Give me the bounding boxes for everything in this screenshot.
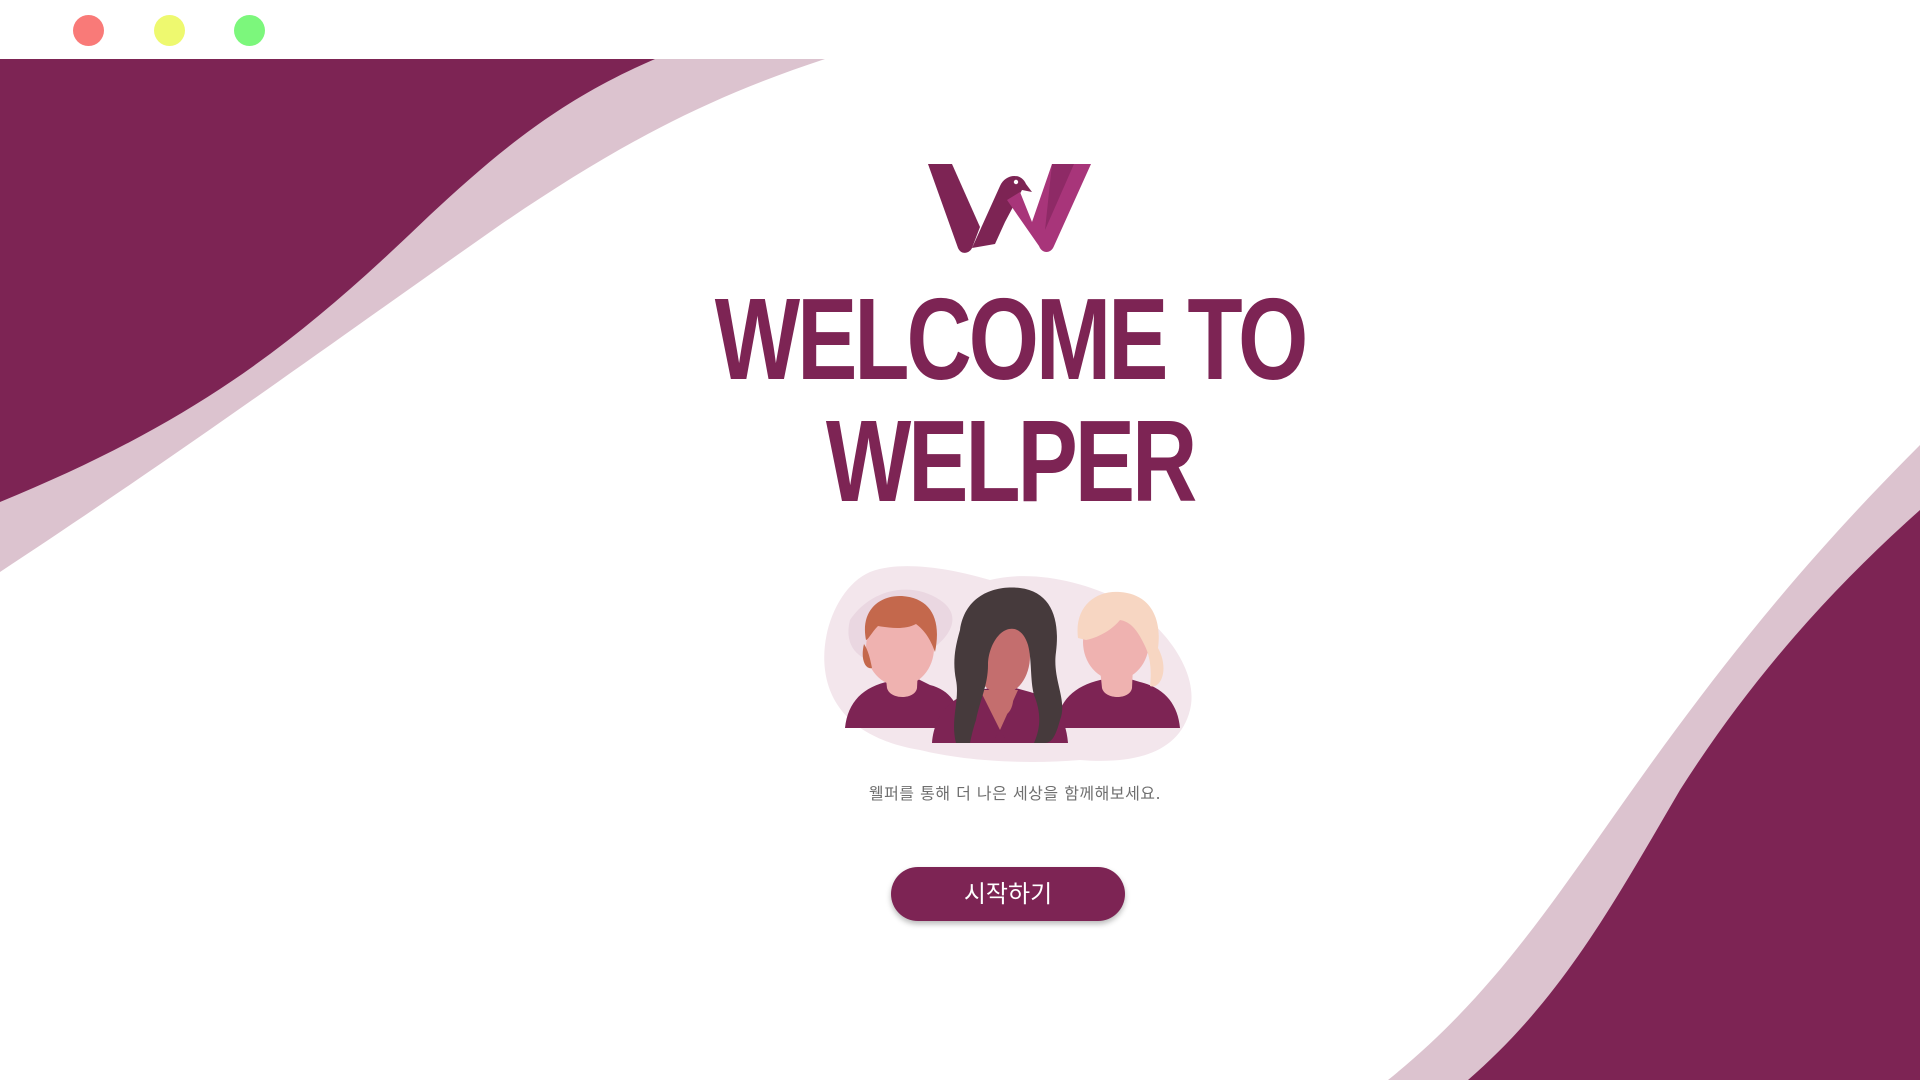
welcome-headline: WELCOME TO WELPER — [659, 278, 1361, 522]
welcome-subtitle: 웰퍼를 통해 더 나은 세상을 함께해보세요. — [868, 784, 1162, 803]
window-titlebar — [0, 0, 1920, 59]
headline-line-2: WELPER — [825, 396, 1197, 526]
maximize-window-button[interactable] — [234, 15, 265, 46]
main-content: WELCOME TO WELPER 웰퍼를 통해 더 나은 세상을 함께해보세요… — [0, 0, 1920, 1080]
headline-line-1: WELCOME TO — [714, 274, 1309, 404]
close-window-button[interactable] — [73, 15, 104, 46]
welper-logo-icon — [928, 164, 1091, 253]
start-button[interactable]: 시작하기 — [891, 867, 1125, 921]
minimize-window-button[interactable] — [154, 15, 185, 46]
welcome-screen: WELCOME TO WELPER 웰퍼를 통해 더 나은 세상을 함께해보세요… — [0, 0, 1920, 1080]
three-women-illustration — [824, 566, 1192, 762]
